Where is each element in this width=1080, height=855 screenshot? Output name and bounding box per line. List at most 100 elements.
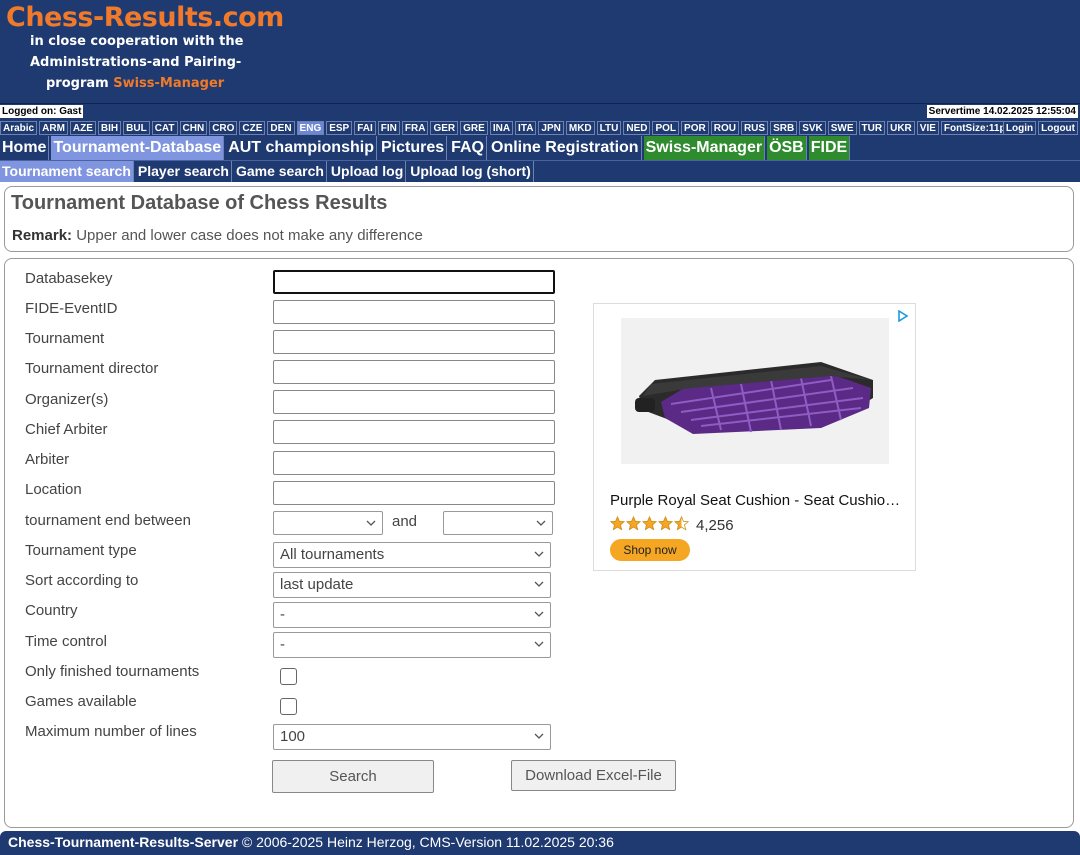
chevron-down-icon (534, 603, 544, 618)
product-image[interactable] (621, 318, 889, 464)
main-nav-item[interactable]: Swiss-Manager (643, 136, 766, 160)
language-link[interactable]: FAI (354, 121, 376, 135)
location-label: Location (25, 481, 82, 498)
sort-select[interactable]: last update (273, 572, 551, 598)
language-link[interactable]: ROU (710, 121, 739, 135)
remark: Remark: Upper and lower case does not ma… (12, 227, 423, 244)
sub-nav-item[interactable]: Game search (234, 161, 327, 182)
sub-nav: Tournament search Player search Game searc… (0, 160, 1080, 182)
arbiter-input[interactable] (273, 451, 555, 475)
chief-arbiter-label: Chief Arbiter (25, 421, 108, 438)
shop-now-button[interactable]: Shop now (610, 539, 690, 561)
logout-link[interactable]: Logout (1038, 121, 1078, 135)
language-link[interactable]: POR (681, 121, 709, 135)
language-link[interactable]: ENG (296, 121, 325, 135)
language-link[interactable]: CHN (179, 121, 208, 135)
language-link[interactable]: NED (623, 121, 651, 135)
logo-tagline-3-accent: Swiss-Manager (113, 76, 225, 91)
language-link[interactable]: TUR (858, 121, 886, 135)
time-control-label: Time control (25, 633, 107, 650)
tournament-type-select[interactable]: All tournaments (273, 542, 551, 568)
language-link[interactable]: Arabic (0, 121, 38, 135)
main-nav-item[interactable]: ÖSB (767, 136, 807, 160)
language-link[interactable]: VIE (916, 121, 939, 135)
main-nav-item[interactable]: Tournament-Database (51, 136, 225, 160)
language-link[interactable]: RUS (740, 121, 769, 135)
only-finished-checkbox[interactable] (280, 668, 297, 685)
language-link[interactable]: DEN (267, 121, 295, 135)
language-link[interactable]: CRO (209, 121, 238, 135)
language-link[interactable]: LTU (596, 121, 622, 135)
sub-nav-item[interactable]: Upload log (329, 161, 407, 182)
main-nav-item[interactable]: AUT championship (226, 136, 377, 160)
tournament-input[interactable] (273, 330, 555, 354)
sub-nav-item[interactable]: Tournament search (0, 161, 134, 182)
language-link[interactable]: BIH (97, 121, 122, 135)
databasekey-input[interactable] (273, 270, 555, 294)
country-select[interactable]: - (273, 602, 551, 628)
language-link[interactable]: ITA (515, 121, 537, 135)
tournament-type-label: Tournament type (25, 542, 137, 559)
end-date-from-select[interactable] (273, 511, 383, 535)
main-nav-item[interactable]: Home (0, 136, 50, 160)
language-link[interactable]: MKD (565, 121, 595, 135)
header-panel: Tournament Database of Chess Results Rem… (4, 186, 1074, 252)
language-link[interactable]: ESP (326, 121, 353, 135)
sub-nav-item[interactable]: Upload log (short) (408, 161, 534, 182)
language-link[interactable]: FRA (401, 121, 429, 135)
chevron-down-icon (366, 512, 376, 527)
max-lines-select[interactable]: 100 (273, 724, 551, 750)
login-link[interactable]: Login (1002, 121, 1037, 135)
organizers-input[interactable] (273, 390, 555, 414)
language-link[interactable]: FIN (377, 121, 400, 135)
language-link[interactable]: GRE (460, 121, 488, 135)
end-date-to-select[interactable] (443, 511, 553, 535)
location-input[interactable] (273, 481, 555, 505)
language-link[interactable]: AZE (69, 121, 96, 135)
language-link[interactable]: JPN (538, 121, 564, 135)
star-icon (625, 515, 642, 535)
chevron-down-icon (534, 543, 544, 558)
games-available-checkbox[interactable] (280, 698, 297, 715)
search-button[interactable]: Search (272, 760, 434, 793)
arbiter-label: Arbiter (25, 451, 70, 468)
sort-label: Sort according to (25, 572, 139, 589)
language-link[interactable]: INA (489, 121, 514, 135)
language-link[interactable]: CZE (239, 121, 266, 135)
logo-title[interactable]: Chess-Results.com (6, 2, 284, 33)
language-link[interactable]: SRB (770, 121, 798, 135)
advertisement[interactable]: Purple Royal Seat Cushion - Seat Cushio…… (593, 303, 916, 571)
country-label: Country (25, 602, 78, 619)
download-excel-button[interactable]: Download Excel-File (511, 760, 676, 791)
fide-eventid-input[interactable] (273, 300, 555, 324)
logo-tagline-3-prefix: program (46, 76, 114, 91)
footer-app-name: Chess-Tournament-Results-Server (8, 834, 239, 850)
language-link[interactable]: POL (652, 121, 680, 135)
chevron-down-icon (534, 573, 544, 588)
max-lines-label: Maximum number of lines (25, 723, 197, 740)
main-nav-item[interactable]: Pictures (378, 136, 448, 160)
language-link[interactable]: CAT (151, 121, 178, 135)
tournament-director-input[interactable] (273, 360, 555, 384)
language-link[interactable]: BUL (123, 121, 150, 135)
language-link[interactable]: FontSize:11pt (940, 121, 1012, 135)
language-link[interactable]: ARM (39, 121, 68, 135)
logo-tagline-2: Administrations-and Pairing- (30, 55, 242, 70)
main-nav-item[interactable]: Online Registration (489, 136, 642, 160)
main-nav-item[interactable]: FAQ (449, 136, 487, 160)
page-title: Tournament Database of Chess Results (11, 192, 388, 214)
sub-nav-item[interactable]: Player search (136, 161, 232, 182)
language-link[interactable]: UKR (887, 121, 915, 135)
ad-title[interactable]: Purple Royal Seat Cushion - Seat Cushio… (610, 492, 905, 509)
language-link[interactable]: GER (430, 121, 459, 135)
ad-choices-icon[interactable] (897, 307, 909, 326)
chief-arbiter-input[interactable] (273, 420, 555, 444)
organizers-label: Organizer(s) (25, 391, 109, 408)
account-links: Login Logout (1002, 121, 1078, 135)
language-row: Arabic ARM AZE BIH BUL CAT CHN CRO CZE DEN ENG ESP F… (0, 120, 1080, 136)
main-nav-item[interactable]: FIDE (808, 136, 851, 160)
language-link[interactable]: SWE (827, 121, 857, 135)
time-control-select[interactable]: - (273, 632, 551, 658)
language-link[interactable]: SVK (799, 121, 826, 135)
only-finished-label: Only finished tournaments (25, 663, 200, 680)
